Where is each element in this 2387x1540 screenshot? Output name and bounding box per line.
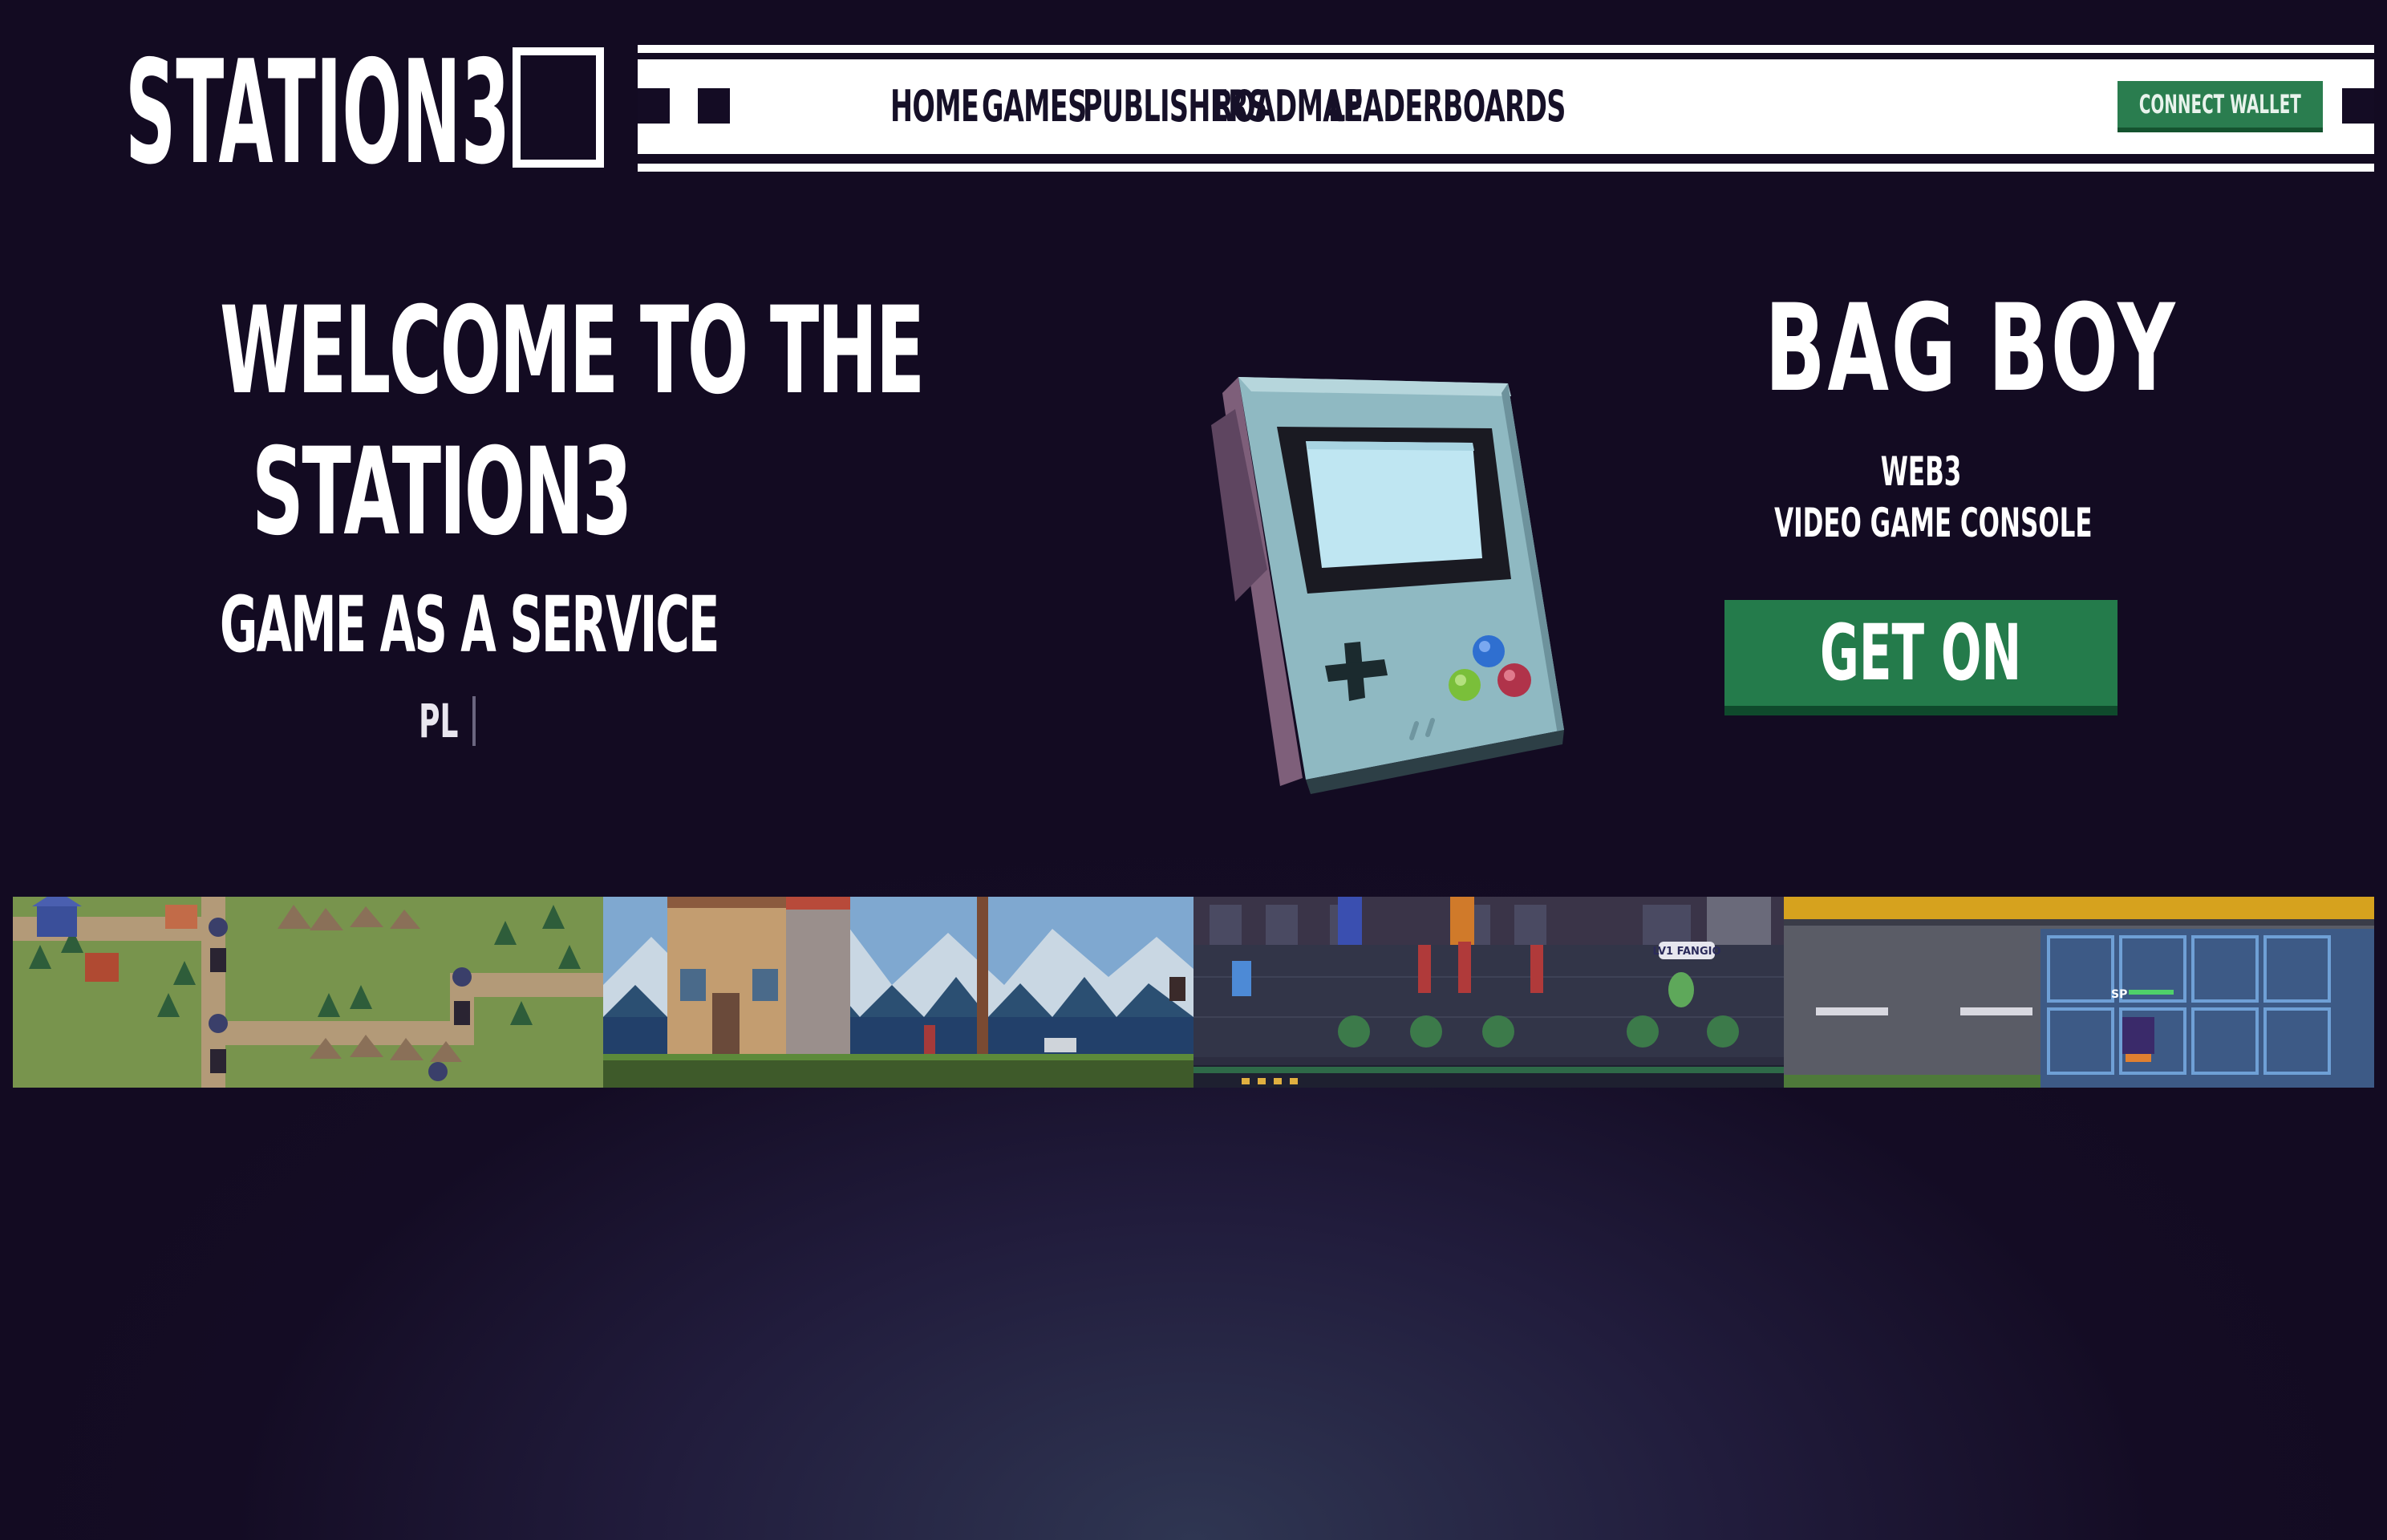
get-on-label: GET ON [1820, 608, 2022, 698]
games-strip: LV1 FANGIO SP [13, 897, 2374, 1088]
connect-wallet-button[interactable]: CONNECT WALLET [2118, 81, 2323, 132]
shot4-sp-label: SP [2111, 988, 2127, 1001]
hero-title-line2: STATION3 [251, 423, 632, 562]
get-on-button[interactable]: GET ON [1724, 600, 2118, 715]
logo-text: STATION3 [125, 45, 510, 173]
station3-logo[interactable]: STATION3 [125, 45, 606, 173]
game-screenshot-overworld[interactable] [13, 897, 603, 1088]
nav-publishers[interactable]: PUBLISHERS [1083, 81, 1267, 132]
typing-text: PL [419, 694, 459, 748]
nav-notch-right [2342, 88, 2374, 124]
typing-line: PL [72, 693, 810, 749]
bag-boy-console-image [1203, 361, 1588, 794]
hero-title-line1: WELCOME TO THE [220, 282, 925, 421]
nav-frame-bottom-line [638, 164, 2374, 172]
nav-roadmap[interactable]: ROADMAP [1213, 81, 1363, 132]
shot3-sign-text: LV1 FANGIO [1652, 946, 1720, 958]
product-subtitle: WEB3 VIDEO GAME CONSOLE [1774, 446, 2093, 549]
product-subtitle-line1: WEB3 [1880, 448, 1962, 495]
nav-leaderboards[interactable]: LEADERBOARDS [1328, 81, 1566, 132]
hero-subtitle: GAME AS A SERVICE [220, 580, 719, 670]
product-title: BAG BOY [1765, 279, 2178, 419]
nav-frame-top-line [638, 45, 2374, 53]
game-screenshot-city-street[interactable]: LV1 FANGIO [1194, 897, 1784, 1088]
nav-home[interactable]: HOME [890, 81, 979, 132]
nav-notch-left [638, 88, 670, 124]
product-subtitle-line2: VIDEO GAME CONSOLE [1774, 500, 2093, 546]
product-panel: BAG BOY WEB3 VIDEO GAME CONSOLE [1684, 279, 2178, 549]
nav-square-decoration [698, 88, 730, 124]
game-screenshot-tactics-grid[interactable]: SP [1784, 897, 2374, 1088]
nav-games[interactable]: GAMES [982, 81, 1087, 132]
connect-wallet-label: CONNECT WALLET [2139, 89, 2301, 120]
game-screenshot-forest-platformer[interactable] [603, 897, 1194, 1088]
hero-intro: WELCOME TO THE STATION3 GAME AS A SERVIC… [72, 281, 925, 749]
typing-cursor [472, 696, 476, 746]
main-nav: HOME GAMES PUBLISHERS ROADMAP LEADERBOAR… [890, 77, 1566, 135]
